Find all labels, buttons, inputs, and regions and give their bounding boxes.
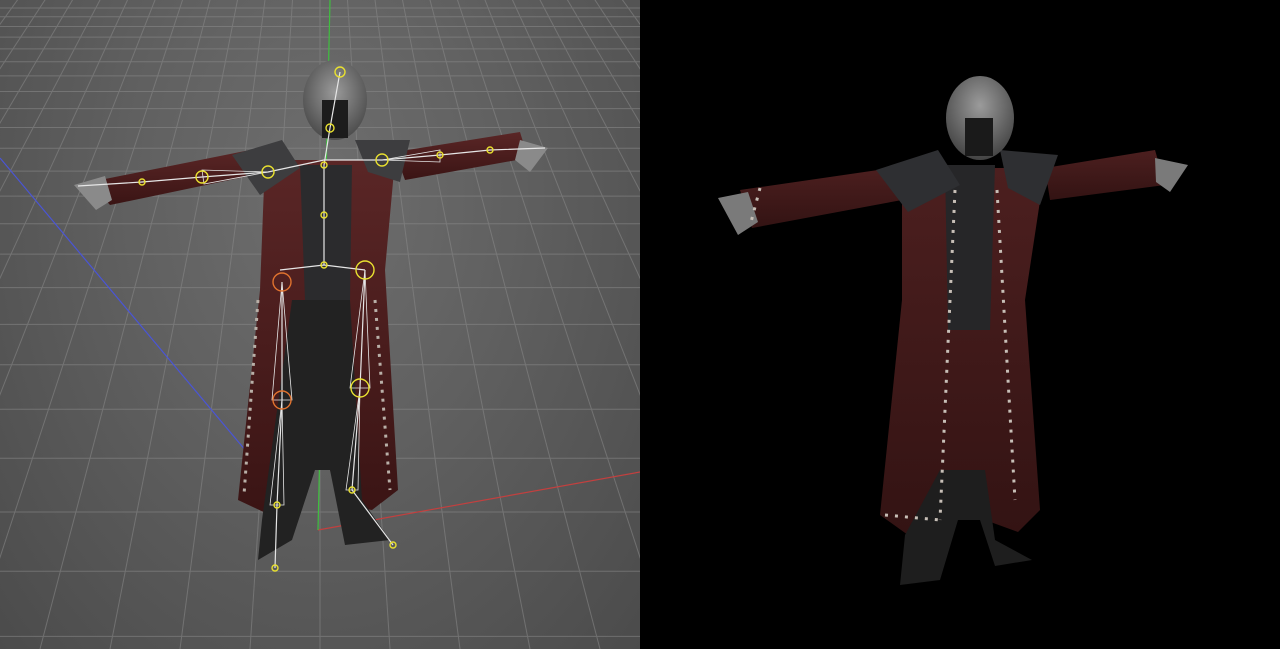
- split-view: [0, 0, 1280, 649]
- left-hand: [74, 176, 112, 210]
- render-right-sleeve: [1045, 150, 1165, 200]
- render-visor: [965, 118, 993, 156]
- viewport-3d[interactable]: [0, 0, 640, 649]
- axis-z: [0, 157, 263, 471]
- render-right-hand: [1155, 158, 1188, 192]
- render-canvas: [718, 76, 1188, 585]
- viewport-canvas[interactable]: [0, 0, 640, 649]
- right-sleeve: [395, 132, 528, 180]
- render-view: [640, 0, 1280, 649]
- render-vest: [945, 165, 995, 330]
- rendered-character: [718, 76, 1188, 585]
- visor: [322, 100, 348, 138]
- render-left-sleeve: [740, 168, 902, 228]
- right-hand: [515, 140, 548, 172]
- vest: [300, 165, 352, 300]
- character-model[interactable]: [74, 60, 548, 560]
